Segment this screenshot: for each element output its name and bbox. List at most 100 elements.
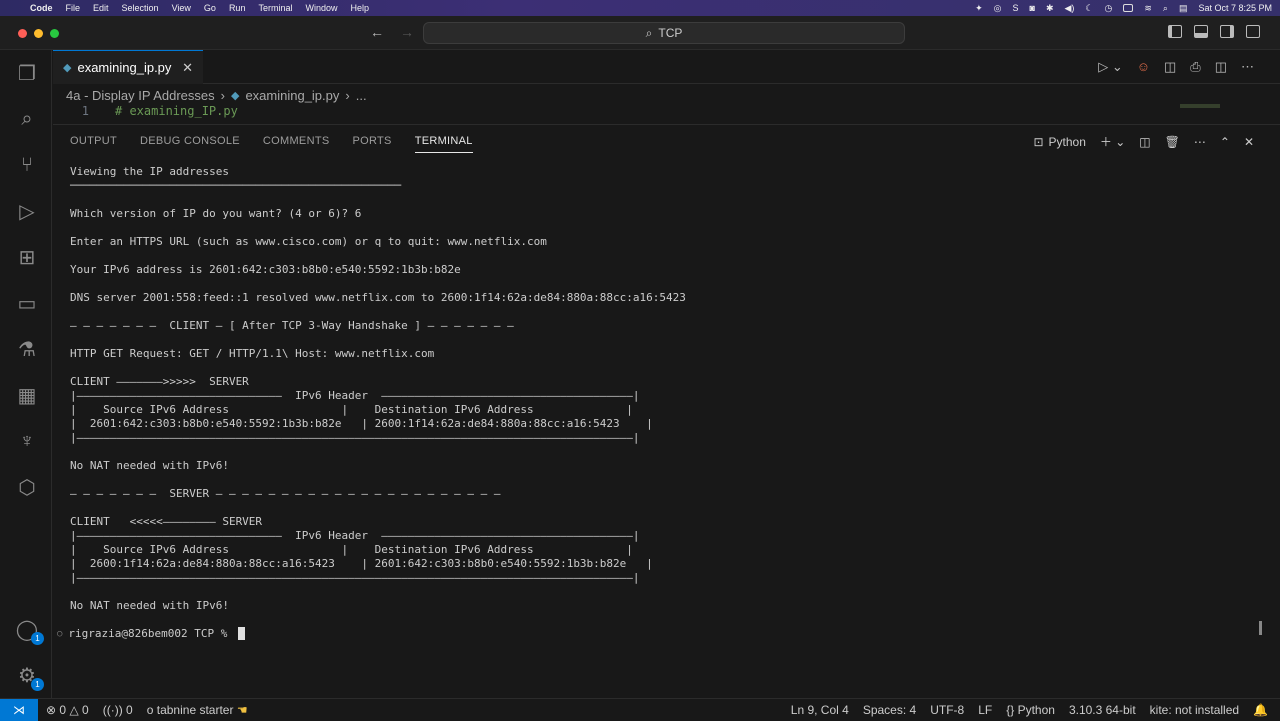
menu-window[interactable]: Window xyxy=(305,3,337,13)
forward-arrow-icon[interactable]: → xyxy=(400,24,414,40)
terminal-output[interactable]: Viewing the IP addresses ────────────────… xyxy=(70,165,1250,613)
bluetooth-icon[interactable]: ✱ xyxy=(1046,3,1054,14)
source-control-icon[interactable]: ⑂ xyxy=(14,152,40,178)
tabnine-status[interactable]: ο tabnine starter ☚ xyxy=(147,703,248,717)
toggle-secondary-sidebar-icon[interactable] xyxy=(1220,25,1234,38)
tab-examining-ip[interactable]: ◆ examining_ip.py ✕ xyxy=(53,50,203,84)
menu-edit[interactable]: Edit xyxy=(93,3,109,13)
tabnine-icon[interactable]: ☺ xyxy=(1137,59,1150,75)
new-terminal-icon[interactable]: ＋ ⌄ xyxy=(1100,133,1125,150)
terminal-scrollbar[interactable] xyxy=(1259,621,1262,635)
customize-layout-icon[interactable] xyxy=(1246,25,1260,38)
breadcrumb-file[interactable]: examining_ip.py xyxy=(245,88,339,103)
python-file-icon: ◆ xyxy=(63,62,72,74)
settings-gear-icon[interactable]: ⚙ 1 xyxy=(14,662,44,691)
broadcast-icon: ((·)) xyxy=(102,702,123,717)
tab-output[interactable]: OUTPUT xyxy=(70,135,117,153)
time-machine-icon[interactable]: ◷ xyxy=(1104,3,1112,14)
status-s-icon[interactable]: S xyxy=(1012,3,1018,13)
split-editor-icon[interactable]: ◫ xyxy=(1215,59,1227,75)
editor-line[interactable]: 1 # examining_IP.py xyxy=(53,104,238,122)
run-debug-icon[interactable]: ▷ xyxy=(14,198,40,224)
tabnine-circle-icon: ο xyxy=(146,702,154,717)
menu-selection[interactable]: Selection xyxy=(122,3,159,13)
macos-menubar: Code File Edit Selection View Go Run Ter… xyxy=(0,0,1280,16)
kite-status[interactable]: kite: not installed xyxy=(1150,703,1239,717)
tab-ports[interactable]: PORTS xyxy=(352,135,391,153)
menu-help[interactable]: Help xyxy=(350,3,369,13)
chevron-right-icon: › xyxy=(220,87,225,103)
close-panel-icon[interactable]: ✕ xyxy=(1244,135,1254,149)
terminal-line: No NAT needed with IPv6! xyxy=(70,459,229,472)
more-actions-icon[interactable]: ⋯ xyxy=(1241,59,1254,75)
tab-comments[interactable]: COMMENTS xyxy=(263,135,330,153)
toggle-primary-sidebar-icon[interactable] xyxy=(1168,25,1182,38)
open-preview-icon[interactable]: ◫ xyxy=(1164,59,1176,75)
terminal-prompt[interactable]: ○ rigrazia@826bem002 TCP % xyxy=(57,627,245,640)
search-icon[interactable]: ⌕ xyxy=(14,106,40,132)
close-tab-icon[interactable]: ✕ xyxy=(182,60,193,76)
wifi-icon[interactable]: ≋ xyxy=(1144,3,1152,14)
menu-file[interactable]: File xyxy=(66,3,81,13)
status-g-icon[interactable]: ◙ xyxy=(1030,3,1035,13)
spotlight-search-icon[interactable]: ⌕ xyxy=(1163,3,1168,14)
bottom-panel: OUTPUT DEBUG CONSOLE COMMENTS PORTS TERM… xyxy=(53,124,1280,698)
tab-debug-console[interactable]: DEBUG CONSOLE xyxy=(140,135,240,153)
remote-explorer-icon[interactable]: ▭ xyxy=(14,290,40,316)
focus-moon-icon[interactable]: ☾ xyxy=(1085,3,1093,14)
status-app-icon[interactable]: ✦ xyxy=(975,3,983,14)
python-icon[interactable]: ♆ xyxy=(14,428,40,454)
menu-app-name[interactable]: Code xyxy=(30,3,53,13)
language-mode[interactable]: {} Python xyxy=(1006,703,1055,717)
ports-count: 0 xyxy=(126,702,133,717)
python-interpreter[interactable]: 3.10.3 64-bit xyxy=(1069,703,1136,717)
run-file-icon[interactable]: ▷ ⌄ xyxy=(1098,59,1123,75)
status-sync-icon[interactable]: ◎ xyxy=(994,3,1002,14)
close-window-button[interactable] xyxy=(18,29,27,38)
minimap[interactable] xyxy=(1180,104,1220,108)
notifications-bell-icon[interactable]: 🔔 xyxy=(1253,703,1268,717)
kite-icon[interactable]: ⬡ xyxy=(14,474,40,500)
extensions-icon[interactable]: ⊞ xyxy=(14,244,40,270)
breadcrumb-folder[interactable]: 4a - Display IP Addresses xyxy=(66,88,215,103)
kill-terminal-trash-icon[interactable]: 🗑 xyxy=(1165,135,1180,149)
menu-terminal[interactable]: Terminal xyxy=(258,3,292,13)
command-center-search[interactable]: ⌕ TCP xyxy=(423,22,905,44)
maximize-panel-chevron-up-icon[interactable]: ⌃ xyxy=(1220,135,1230,149)
menu-view[interactable]: View xyxy=(172,3,191,13)
menu-go[interactable]: Go xyxy=(204,3,216,13)
split-terminal-icon[interactable]: ◫ xyxy=(1139,135,1150,149)
code-comment[interactable]: # examining_IP.py xyxy=(115,104,238,122)
print-icon[interactable]: ⎙ xyxy=(1190,59,1200,75)
encoding[interactable]: UTF-8 xyxy=(930,703,964,717)
testing-flask-icon[interactable]: ⚗ xyxy=(14,336,40,362)
minimize-window-button[interactable] xyxy=(34,29,43,38)
accounts-icon[interactable]: ◯ 1 xyxy=(14,616,44,645)
indentation[interactable]: Spaces: 4 xyxy=(863,703,916,717)
ports-status[interactable]: ((·)) 0 xyxy=(103,703,133,717)
breadcrumb: 4a - Display IP Addresses › ◆ examining_… xyxy=(53,85,367,105)
problems-status[interactable]: ⊗ 0 △ 0 xyxy=(46,703,89,717)
terminal-line: | Source IPv6 Address | Destination IPv6… xyxy=(70,403,633,416)
volume-icon[interactable]: ◀) xyxy=(1064,3,1074,14)
remote-indicator-icon[interactable]: ⋊ xyxy=(0,698,38,721)
docker-icon[interactable]: ▦ xyxy=(14,382,40,408)
control-center-icon[interactable]: ▤ xyxy=(1179,3,1188,14)
toggle-panel-icon[interactable] xyxy=(1194,25,1208,38)
terminal-profile-selector[interactable]: ⊡ Python xyxy=(1033,135,1085,149)
zoom-window-button[interactable] xyxy=(50,29,59,38)
back-arrow-icon[interactable]: ← xyxy=(370,24,384,40)
tab-terminal[interactable]: TERMINAL xyxy=(414,135,473,153)
end-of-line[interactable]: LF xyxy=(978,703,992,717)
explorer-icon[interactable]: ❐ xyxy=(14,60,40,86)
cursor-position[interactable]: Ln 9, Col 4 xyxy=(791,703,849,717)
menubar-clock[interactable]: Sat Oct 7 8:25 PM xyxy=(1198,3,1272,13)
breadcrumb-symbol[interactable]: ... xyxy=(356,88,367,103)
more-actions-icon[interactable]: ⋯ xyxy=(1194,135,1206,149)
battery-icon[interactable] xyxy=(1123,4,1134,12)
menu-run[interactable]: Run xyxy=(229,3,246,13)
prompt-text: rigrazia@826bem002 TCP % xyxy=(68,627,234,640)
